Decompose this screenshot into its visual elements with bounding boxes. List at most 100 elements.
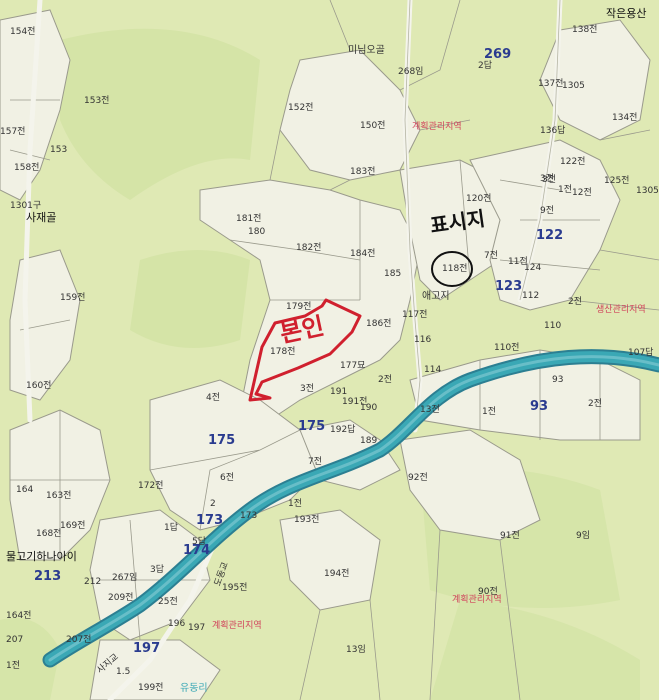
parcel-label: 93 (552, 375, 564, 385)
parcel-label: 110 (544, 321, 562, 331)
parcel-label: 9전 (540, 206, 555, 216)
parcel-label: 92전 (408, 473, 428, 483)
parcel-label: 157전 (0, 127, 26, 137)
parcel-label: 180 (248, 227, 266, 237)
parcel-label: 212 (84, 577, 102, 587)
parcel-label: 181전 (236, 214, 262, 224)
parcel-label: 197 (188, 623, 206, 633)
parcel-label: 124 (524, 263, 542, 273)
parcel-label: 2전 (378, 375, 393, 385)
parcel-label: 190 (360, 403, 378, 413)
parcel-label: 7전 (308, 457, 323, 467)
parcel-label: 1전 (482, 407, 497, 417)
parcel-label: 2답 (478, 61, 493, 71)
parcel-label: 195전 (222, 583, 248, 593)
parcel-label: 117전 (402, 310, 428, 320)
place-left-valley: 사재골 (26, 211, 57, 224)
parcel-label: 172전 (138, 481, 164, 491)
parcel-label: 178전 (270, 347, 296, 357)
parcel-label: 199전 (138, 683, 164, 693)
parcel-label: 177묘 (340, 361, 366, 371)
place-bottom-town: 유동리 (180, 683, 208, 694)
zone-label-right: 생산관리지역 (596, 305, 646, 315)
lot-175-b: 175 (298, 419, 326, 434)
parcel-label: 183전 (350, 167, 376, 177)
parcel-label: 191 (330, 387, 348, 397)
parcel-label: 1전 (558, 185, 573, 195)
parcel-label: 194전 (324, 569, 350, 579)
zone-label-bottom-right: 계획관리지역 (452, 595, 502, 605)
parcel-label: 122전 (560, 157, 586, 167)
parcel-label: 2 (210, 499, 216, 509)
parcel-label: 267임 (112, 573, 138, 583)
zone-label-bottom-left: 계획관리지역 (212, 621, 262, 631)
parcel-label: 160전 (26, 381, 52, 391)
parcel-label: 159전 (60, 293, 86, 303)
parcel-label: 6전 (220, 473, 235, 483)
parcel-label: 91전 (500, 531, 520, 541)
zone-label-top: 계획관리지역 (412, 122, 462, 132)
parcel-label: 163전 (46, 491, 72, 501)
lot-197: 197 (133, 641, 161, 656)
parcel-label: 153 (50, 145, 68, 155)
parcel-label: 1305 (562, 81, 585, 91)
lot-213: 213 (34, 569, 62, 584)
parcel-label: 164전 (6, 611, 32, 621)
place-left-lower: 물고기하나아이 (6, 550, 77, 563)
parcel-label: 136답 (540, 126, 566, 136)
parcel-label: 3답 (150, 565, 165, 575)
parcel-label: 196 (168, 619, 186, 629)
parcel-label: 193전 (294, 515, 320, 525)
parcel-label: 153전 (84, 96, 110, 106)
lot-175-a: 175 (208, 433, 236, 448)
place-center: 애고지 (422, 291, 450, 302)
parcel-label: 125전 (604, 176, 630, 186)
parcel-label: 137전 (538, 79, 564, 89)
parcel-label: 268임 (398, 67, 424, 77)
parcel-label: 173 (240, 511, 258, 521)
parcel-label: 3전 (542, 175, 557, 185)
parcel-label: 114 (424, 365, 442, 375)
parcel-label: 12전 (572, 188, 592, 198)
lot-123: 123 (495, 279, 523, 294)
parcel-label: 179전 (286, 302, 312, 312)
parcel-label: 150전 (360, 121, 386, 131)
parcel-label: 209전 (108, 593, 134, 603)
parcel-label: 1답 (164, 523, 179, 533)
parcel-label: 1305 (636, 186, 659, 196)
parcel-label: 3전 (300, 384, 315, 394)
parcel-label: 2전 (568, 297, 583, 307)
parcel-label: 169전 (60, 521, 86, 531)
parcel-label: 207 (6, 635, 24, 645)
parcel-label: 110전 (494, 343, 520, 353)
circled-parcel-label[interactable]: 118전 (442, 265, 467, 274)
place-top-center: 미님오골 (348, 45, 385, 56)
parcel-label: 164 (16, 485, 34, 495)
parcel-label: 25전 (158, 597, 178, 607)
parcel-label: 138전 (572, 25, 598, 35)
parcel-label: 185 (384, 269, 402, 279)
parcel-label: 186전 (366, 319, 392, 329)
parcel-label: 4전 (206, 393, 221, 403)
parcel-label: 207전 (66, 635, 92, 645)
parcel-label: 7전 (484, 251, 499, 261)
parcel-label: 192답 (330, 425, 356, 435)
parcel-label: 1301구 (10, 201, 42, 211)
lot-122: 122 (536, 228, 564, 243)
place-top-right: 작은용산 (606, 7, 647, 20)
parcel-label: 168전 (36, 529, 62, 539)
parcel-label: 189 (360, 436, 378, 446)
parcel-label: 120전 (466, 194, 492, 204)
parcel-label: 116 (414, 335, 432, 345)
parcel-label: 90전 (478, 587, 498, 597)
parcel-label: 152전 (288, 103, 314, 113)
parcel-label: 2전 (588, 399, 603, 409)
parcel-label: 134전 (612, 113, 638, 123)
parcel-label: 112 (522, 291, 540, 301)
lot-93: 93 (530, 399, 549, 414)
lot-269: 269 (484, 47, 512, 62)
parcel-label: 9임 (576, 531, 591, 541)
parcel-label: 13임 (346, 645, 366, 655)
parcel-label: 182전 (296, 243, 322, 253)
map[interactable]: 269 122 123 93 175 175 173 174 213 197 계… (0, 0, 659, 700)
